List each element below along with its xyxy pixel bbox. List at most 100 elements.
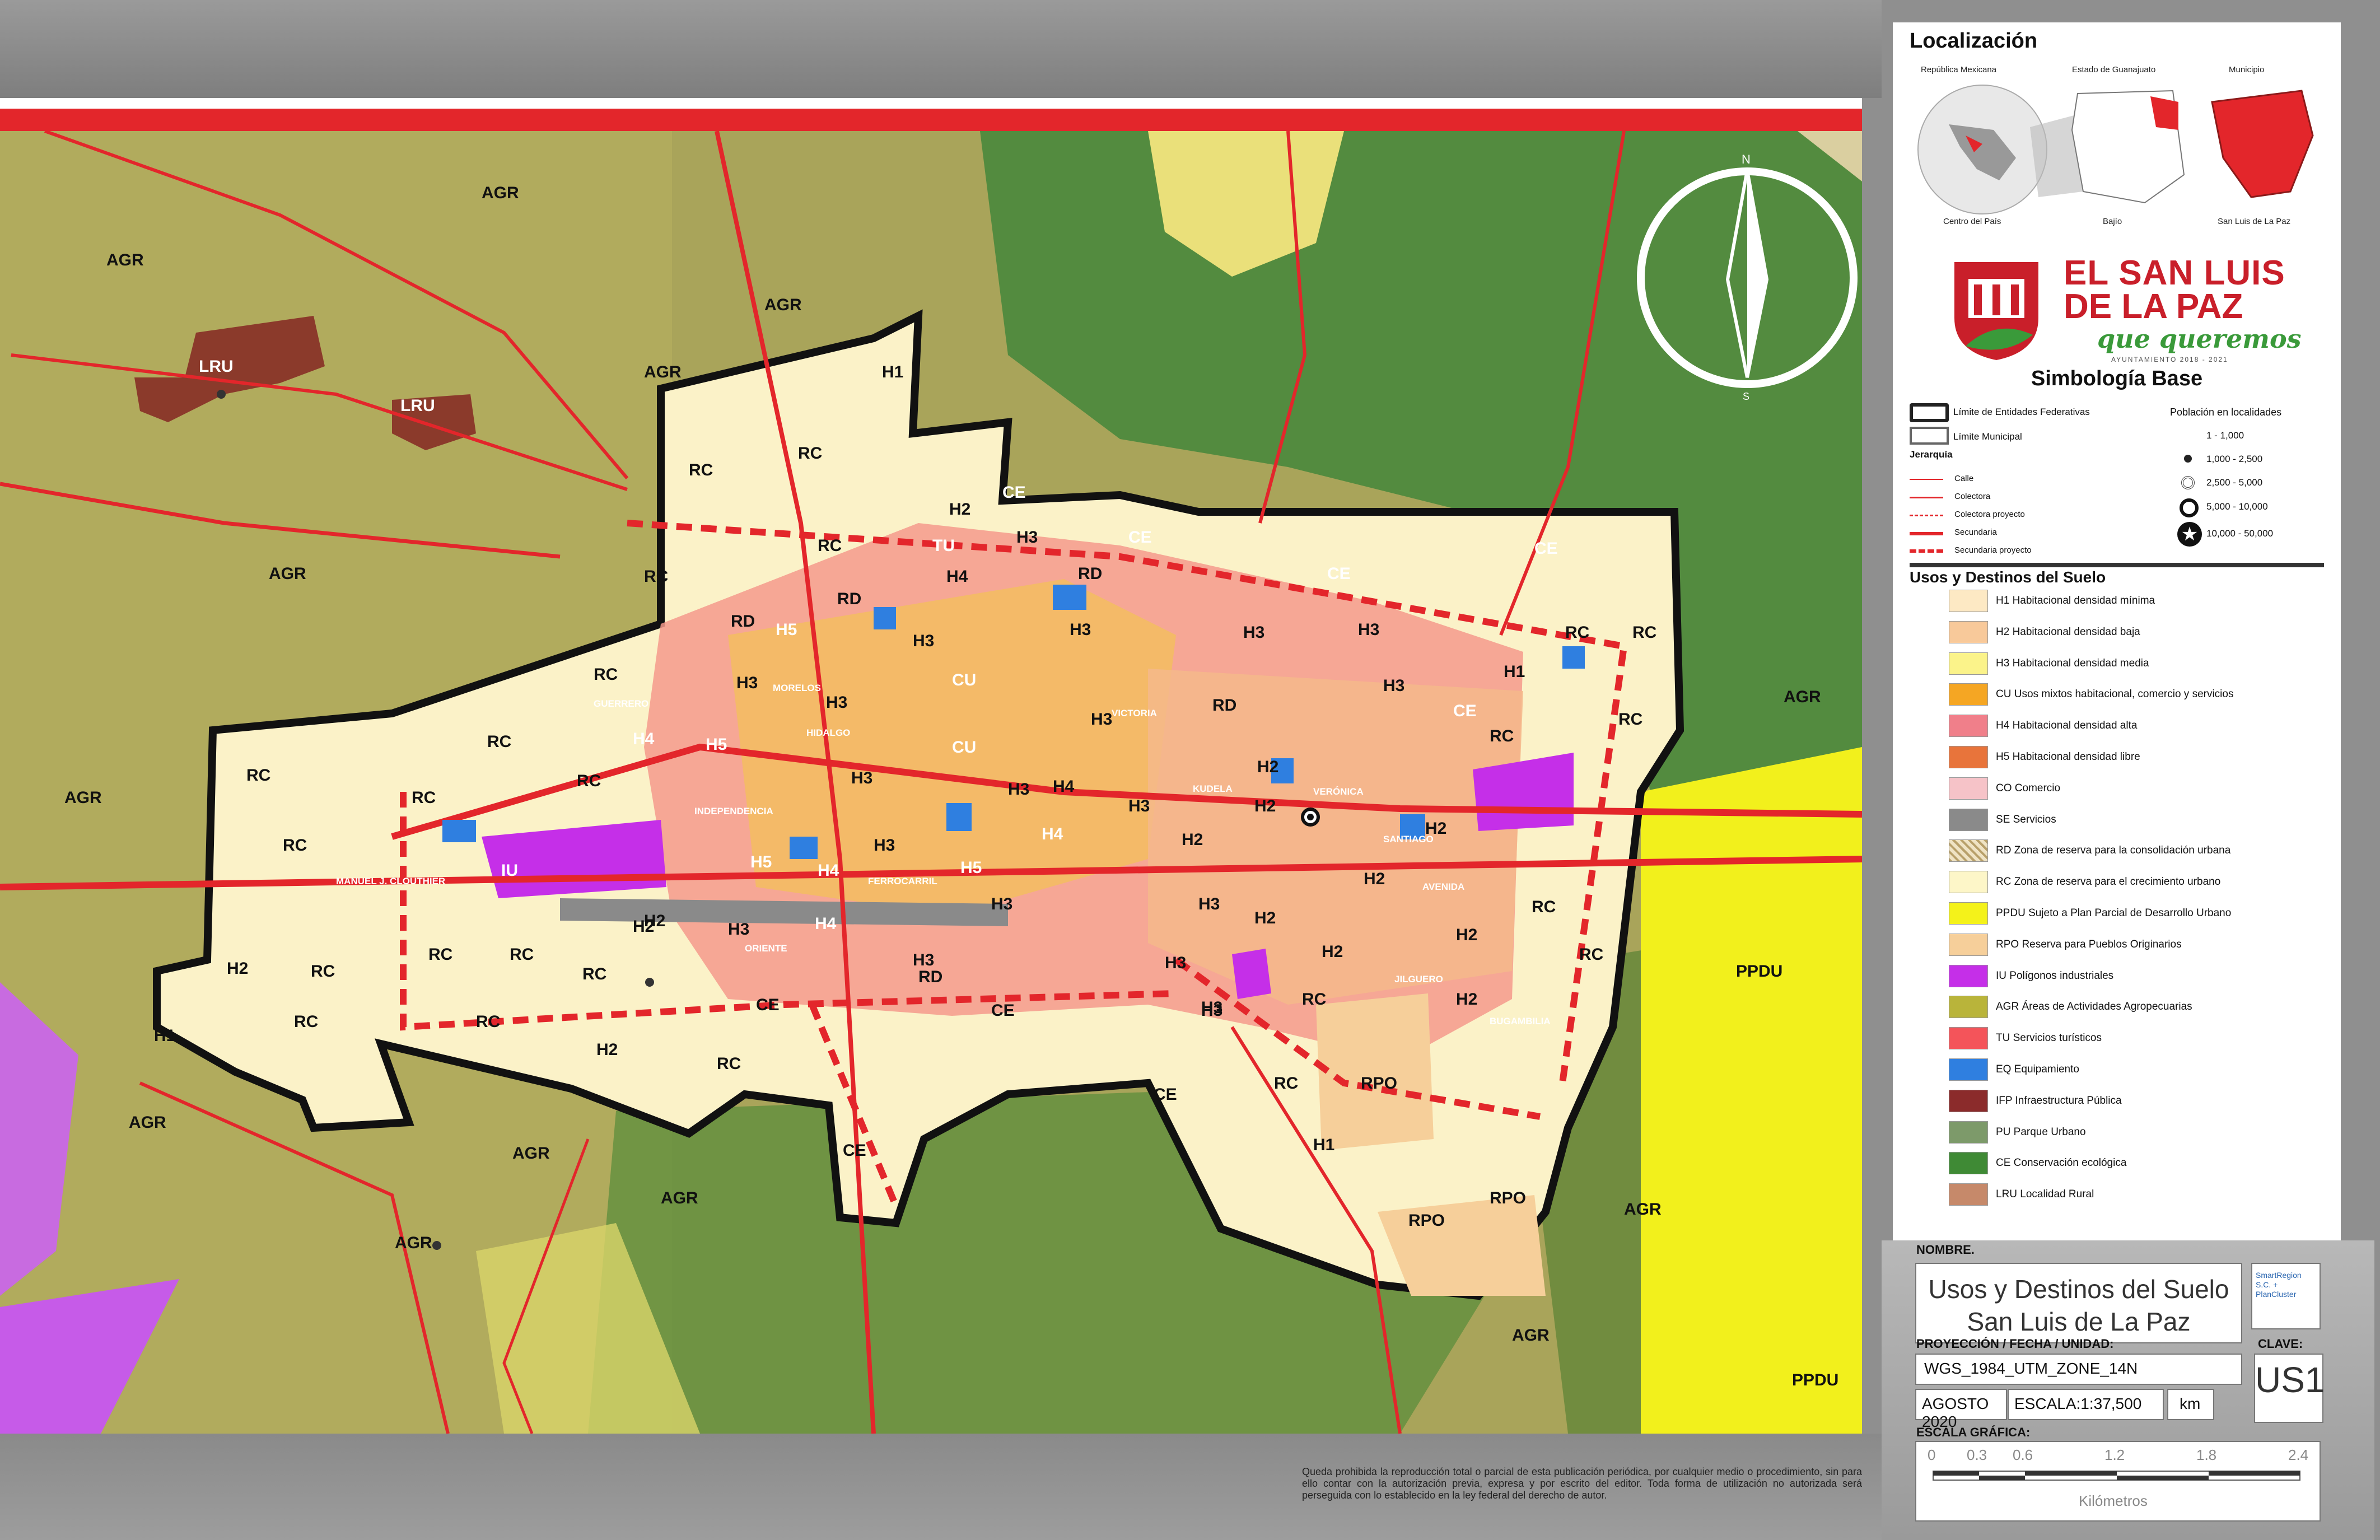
logo-text-line2: DE LA PAZ — [2064, 287, 2243, 326]
legend-label: CU Usos mixtos habitacional, comercio y … — [1996, 688, 2234, 701]
legend-label: SE Servicios — [1996, 813, 2056, 825]
localizacion-title: Localización — [1910, 29, 2038, 53]
zone-label: RPO — [1490, 1189, 1526, 1207]
scale-tick: 0.3 — [1967, 1446, 1987, 1463]
legend-item: RC Zona de reserva para el crecimiento u… — [1949, 869, 2220, 895]
zone-label: RC — [582, 965, 606, 983]
legend-label: IFP Infraestructura Pública — [1996, 1094, 2122, 1107]
zone-label: RC — [412, 788, 436, 807]
street-label: HIDALGO — [806, 727, 850, 738]
usos-title: Usos y Destinos del Suelo — [1910, 568, 2106, 586]
zone-label: H3 — [826, 693, 847, 712]
zone-label: RC — [1302, 990, 1326, 1009]
zone-label: RC — [1632, 623, 1656, 642]
zone-label: H3 — [874, 836, 895, 855]
zone-label: H3 — [913, 632, 934, 650]
zone-label: H3 — [728, 920, 749, 939]
zone-label: RC — [577, 772, 601, 790]
poblacion-range-4: 5,000 - 10,000 — [2206, 501, 2268, 512]
legend-item: H1 Habitacional densidad mínima — [1949, 588, 2155, 614]
zone-label: H3 — [1198, 895, 1220, 913]
zone-label: H3 — [1358, 620, 1379, 639]
street-label: SANTIAGO — [1383, 834, 1434, 844]
zone-label: H2 — [949, 500, 970, 519]
zone-label: H2 — [227, 959, 248, 978]
zone-label: AGR — [269, 564, 306, 583]
legend-label: H2 Habitacional densidad baja — [1996, 626, 2140, 638]
zone-label: RC — [1579, 945, 1603, 964]
colectora-proyecto-symbol — [1910, 515, 1943, 516]
location-inset-svg — [1917, 85, 2314, 214]
street-label: FERROCARRIL — [868, 876, 937, 886]
caption-estado: Estado de Guanajuato — [2072, 65, 2156, 74]
zone-label: H3 — [1128, 797, 1150, 815]
street-label: AVENIDA — [1422, 881, 1464, 892]
zone-label: AGR — [512, 1144, 550, 1163]
zone-label: H2 — [1322, 942, 1343, 961]
zone-label: RC — [818, 536, 842, 555]
street-label: INDEPENDENCIA — [694, 806, 773, 816]
legend-swatch — [1949, 902, 1988, 925]
legend-label: CO Comercio — [1996, 782, 2061, 794]
street-label: KUDELA — [1193, 783, 1233, 794]
legend-item: CU Usos mixtos habitacional, comercio y … — [1949, 682, 2233, 707]
land-use-map[interactable]: AGR AGR AGR AGR AGR AGR AGR AGR AGR AGR … — [0, 131, 1862, 1434]
legend-swatch — [1949, 1183, 1988, 1206]
legend-label: H3 Habitacional densidad media — [1996, 657, 2149, 669]
legend-label: RD Zona de reserva para la consolidación… — [1996, 844, 2231, 857]
legend-label: H5 Habitacional densidad libre — [1996, 751, 2140, 763]
zone-label: CE — [1327, 564, 1351, 583]
zone-label: RC — [428, 945, 452, 964]
zone-label: PPDU — [1792, 1371, 1838, 1389]
legend-swatch — [1949, 996, 1988, 1019]
iu-small-polygon — [1232, 949, 1271, 999]
map-name-line1: Usos y Destinos del Suelo — [1928, 1275, 2229, 1304]
zone-label: CE — [1534, 539, 1558, 558]
logo-text-line3: que queremos — [2097, 324, 2302, 354]
zone-label: H1 — [154, 1026, 175, 1045]
legend-item: H5 Habitacional densidad libre — [1949, 744, 2140, 770]
legend-item: RD Zona de reserva para la consolidación… — [1949, 838, 2230, 864]
south-label: S — [1743, 391, 1749, 402]
jerarquia-title: Jerarquía — [1910, 449, 1953, 460]
municipio-inset — [2211, 90, 2314, 198]
zone-label: RPO — [1408, 1211, 1445, 1230]
legend-item: PU Parque Urbano — [1949, 1119, 2086, 1145]
legend-label: LRU Localidad Rural — [1996, 1188, 2094, 1201]
fecha-box: AGOSTO 2020 — [1915, 1389, 2007, 1430]
escala-value: ESCALA:1:37,500 — [2014, 1395, 2142, 1412]
satellite-background-top — [0, 0, 1882, 98]
zone-label: RC — [689, 461, 713, 479]
clave-box: US1 — [2254, 1354, 2325, 1423]
scale-tick: 1.2 — [2104, 1446, 2125, 1463]
legend-swatch — [1949, 715, 1988, 738]
legend-label: PU Parque Urbano — [1996, 1126, 2086, 1138]
zone-label: RC — [510, 945, 534, 964]
map-top-band — [0, 109, 1862, 131]
zone-label: H5 — [776, 620, 797, 639]
scale-tick: 0.6 — [2013, 1446, 2033, 1463]
legend-swatch — [1949, 1027, 1988, 1050]
legend-item: TU Servicios turísticos — [1949, 1025, 2102, 1051]
map-name-line2: San Luis de La Paz — [1967, 1307, 2191, 1336]
zone-label: RD — [731, 612, 755, 631]
legend-label: H4 Habitacional densidad alta — [1996, 720, 2138, 732]
scale-tick: 0 — [1928, 1446, 1936, 1463]
zone-label: H3 — [1070, 620, 1091, 639]
zone-label: H4 — [946, 567, 968, 586]
zone-label: TU — [932, 536, 955, 555]
locality-marker-1000-2500 — [645, 978, 654, 987]
caption-san-luis: San Luis de La Paz — [2218, 217, 2291, 226]
legend-swatch — [1949, 871, 1988, 894]
street-label: MORELOS — [773, 683, 821, 693]
zone-label: CE — [1128, 528, 1152, 547]
legend-swatch — [1949, 683, 1988, 706]
zone-label: H3 — [913, 951, 934, 969]
zone-label: CE — [1453, 702, 1477, 720]
north-label: N — [1742, 152, 1751, 166]
zone-label: LRU — [199, 357, 234, 376]
zone-label: RC — [283, 836, 307, 855]
zone-label: PPDU — [1736, 962, 1782, 981]
legend-item: LRU Localidad Rural — [1949, 1182, 2094, 1207]
street-label: VERÓNICA — [1313, 786, 1364, 797]
